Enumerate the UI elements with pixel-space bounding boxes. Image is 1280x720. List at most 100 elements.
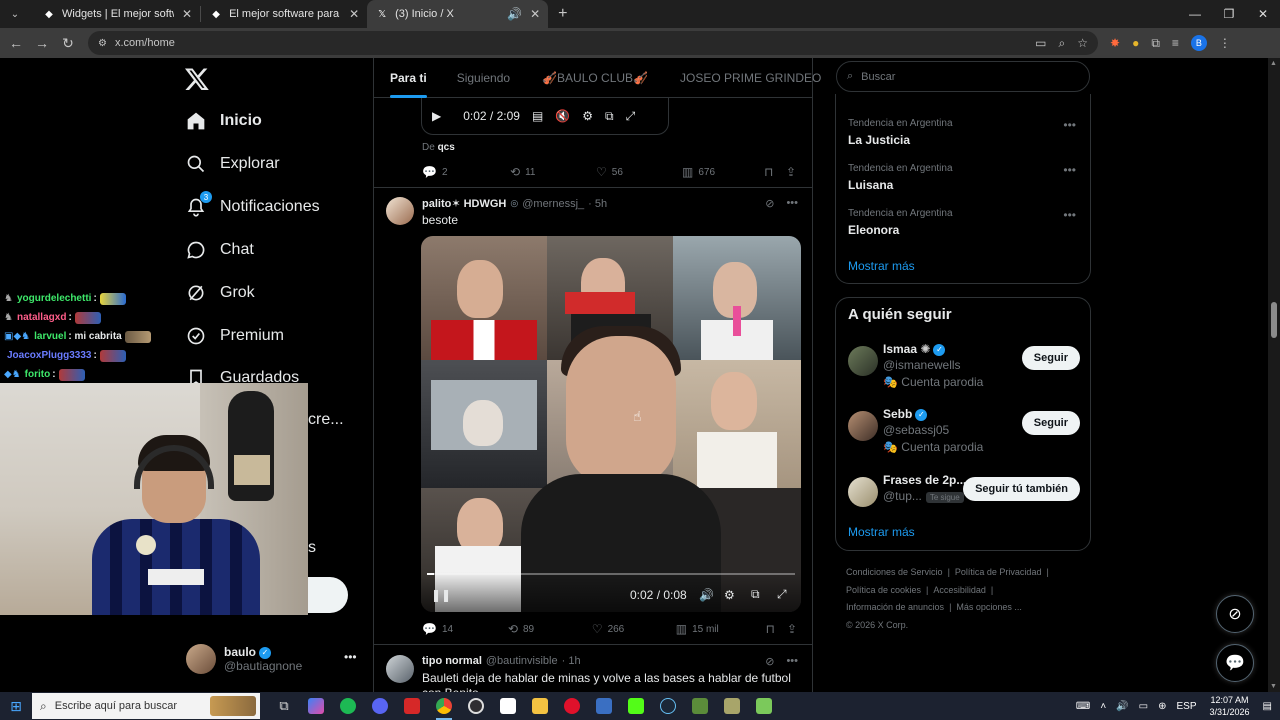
follow-suggestion[interactable]: Ismaa ✺ ✓ @ismanewells 🎭 Cuenta parodia S… bbox=[848, 342, 1080, 392]
clock[interactable]: 12:07 AM 3/31/2026 bbox=[1210, 694, 1250, 718]
steam-icon[interactable] bbox=[652, 692, 684, 720]
like-button[interactable]: ♡ 266 bbox=[592, 622, 676, 636]
reply-button[interactable]: 💬 2 bbox=[422, 165, 510, 179]
settings-icon[interactable]: ⚙ bbox=[724, 588, 735, 602]
copilot-icon[interactable] bbox=[300, 692, 332, 720]
nav-notifications[interactable]: 3 Notificaciones bbox=[186, 191, 320, 217]
mute-icon[interactable]: 🔇 bbox=[555, 109, 570, 123]
app-blue-icon[interactable] bbox=[588, 692, 620, 720]
nav-grok[interactable]: Grok bbox=[186, 283, 255, 303]
reload-icon[interactable]: ↻ bbox=[56, 31, 80, 55]
close-tab-icon[interactable]: ✕ bbox=[182, 7, 192, 21]
volume-icon[interactable]: 🔊 bbox=[699, 588, 714, 602]
avatar[interactable] bbox=[386, 655, 414, 683]
messages-fab-button[interactable]: 💬 bbox=[1216, 644, 1254, 682]
nav-chat[interactable]: Chat bbox=[186, 240, 254, 260]
nav-premium[interactable]: Premium bbox=[186, 326, 284, 346]
minecraft-icon[interactable] bbox=[684, 692, 716, 720]
follow-suggestion[interactable]: Frases de 2p... @tup... Te sigue Seguir t… bbox=[848, 473, 1080, 523]
grok-icon[interactable]: ⊘ bbox=[765, 655, 774, 668]
tweet-video[interactable]: ❚❚ 0:02 / 0:08 🔊 ⚙ ⧉ ⤢ ☝ bbox=[421, 236, 801, 612]
pip-icon[interactable]: ⧉ bbox=[751, 587, 760, 602]
like-button[interactable]: ♡ 56 bbox=[596, 165, 682, 179]
reading-list-icon[interactable]: ≡ bbox=[1172, 36, 1179, 50]
minimize-icon[interactable]: — bbox=[1178, 0, 1212, 28]
extension-color-icon[interactable]: ● bbox=[1132, 36, 1139, 50]
trend-item[interactable]: Tendencia en Argentina Eleonora bbox=[848, 208, 953, 237]
more-icon[interactable]: ••• bbox=[786, 197, 798, 210]
footer-link[interactable]: Condiciones de Servicio bbox=[846, 567, 943, 577]
new-tab-button[interactable]: + bbox=[558, 5, 567, 23]
fullscreen-icon[interactable]: ⤢ bbox=[626, 109, 636, 124]
video-progress-bar[interactable] bbox=[427, 573, 795, 575]
keyboard-icon[interactable]: ⌨ bbox=[1076, 701, 1090, 712]
app-cube-icon[interactable] bbox=[748, 692, 780, 720]
capcut-icon[interactable] bbox=[492, 692, 524, 720]
cast-icon[interactable]: ▭ bbox=[1035, 36, 1046, 51]
views-button[interactable]: ▥ 15 mil bbox=[676, 622, 766, 636]
close-tab-icon[interactable]: ✕ bbox=[530, 7, 540, 21]
nav-partial-item[interactable]: s bbox=[308, 539, 316, 557]
chrome-icon[interactable] bbox=[428, 692, 460, 720]
share-button[interactable]: ⇪ bbox=[786, 165, 801, 179]
account-switcher[interactable]: baulo ✓ @bautiagnone ••• bbox=[186, 644, 357, 674]
trend-item[interactable]: Tendencia en Argentina Luisana bbox=[848, 163, 953, 192]
show-more-trends-link[interactable]: Mostrar más bbox=[848, 259, 915, 273]
follow-suggestion[interactable]: Sebb ✓ @sebassj05 🎭 Cuenta parodia Seguir bbox=[848, 407, 1080, 457]
source-user-link[interactable]: qcs bbox=[438, 142, 455, 153]
close-window-icon[interactable]: ✕ bbox=[1246, 0, 1280, 28]
network-icon[interactable]: ▭ bbox=[1139, 701, 1148, 712]
nav-explore[interactable]: Explorar bbox=[186, 154, 280, 174]
nav-home[interactable]: Inicio bbox=[186, 111, 262, 131]
scrollbar-thumb[interactable] bbox=[1271, 302, 1277, 338]
share-button[interactable]: ⇪ bbox=[787, 622, 802, 636]
extension-fox-icon[interactable]: ✸ bbox=[1110, 36, 1120, 50]
news-app-icon[interactable] bbox=[396, 692, 428, 720]
taskbar-search-input[interactable]: ⌕ Escribe aquí para buscar bbox=[32, 693, 260, 719]
tab-siguiendo[interactable]: Siguiendo bbox=[457, 58, 510, 98]
pip-icon[interactable]: ⧉ bbox=[605, 109, 614, 124]
url-field[interactable]: ⚙ x.com/home ▭ ⌕ ☆ bbox=[88, 31, 1098, 55]
footer-link[interactable]: Política de Privacidad bbox=[955, 567, 1042, 577]
trend-item[interactable]: Tendencia en Argentina La Justicia bbox=[848, 118, 953, 147]
bookmark-button[interactable]: ⊓ bbox=[764, 165, 786, 179]
tab-joseo-prime[interactable]: JOSEO PRIME GRINDEO bbox=[680, 58, 821, 98]
browser-tab-2[interactable]: ◆ El mejor software para potenciar ✕ bbox=[201, 0, 367, 28]
author-name[interactable]: tipo normal bbox=[422, 655, 482, 667]
more-icon[interactable]: ••• bbox=[1063, 163, 1076, 177]
follow-button[interactable]: Seguir bbox=[1021, 346, 1080, 370]
footer-link[interactable]: Información de anuncios bbox=[846, 602, 944, 612]
bookmark-star-icon[interactable]: ☆ bbox=[1077, 36, 1088, 51]
follow-button[interactable]: Seguir bbox=[1021, 411, 1080, 435]
footer-link[interactable]: Política de cookies bbox=[846, 585, 921, 595]
browser-tab-3[interactable]: 𝕏 (3) Inicio / X 🔊 ✕ bbox=[367, 0, 549, 28]
show-more-follow-link[interactable]: Mostrar más bbox=[848, 525, 915, 539]
obs-icon[interactable] bbox=[460, 692, 492, 720]
author-name[interactable]: palito✶ HDWGH bbox=[422, 197, 506, 210]
site-info-icon[interactable]: ⚙ bbox=[98, 38, 107, 49]
opera-icon[interactable] bbox=[556, 692, 588, 720]
nav-partial-item[interactable]: cre... bbox=[308, 411, 344, 429]
more-icon[interactable]: ••• bbox=[786, 655, 798, 668]
avatar[interactable] bbox=[386, 197, 414, 225]
browser-tab-1[interactable]: ◆ Widgets | El mejor software pa ✕ bbox=[34, 0, 200, 28]
footer-link[interactable]: Más opciones ... bbox=[956, 602, 1022, 612]
forward-arrow-icon[interactable]: → bbox=[30, 31, 54, 55]
footer-link[interactable]: Accesibilidad bbox=[933, 585, 986, 595]
restore-icon[interactable]: ❐ bbox=[1212, 0, 1246, 28]
search-input[interactable]: ⌕ Buscar bbox=[836, 61, 1090, 92]
follow-back-button[interactable]: Seguir tú también bbox=[963, 477, 1080, 501]
more-icon[interactable]: ••• bbox=[1063, 208, 1076, 222]
extensions-puzzle-icon[interactable]: ⧉ bbox=[1151, 36, 1160, 51]
captions-icon[interactable]: ▤ bbox=[532, 109, 543, 123]
more-icon[interactable]: ••• bbox=[1063, 118, 1076, 132]
grok-fab-button[interactable]: ⊘ bbox=[1216, 595, 1254, 633]
tab-para-ti[interactable]: Para ti bbox=[390, 58, 427, 98]
more-icon[interactable]: ••• bbox=[344, 650, 357, 664]
author-handle[interactable]: @bautinvisible bbox=[486, 655, 558, 667]
fullscreen-icon[interactable]: ⤢ bbox=[777, 587, 787, 602]
file-explorer-icon[interactable] bbox=[524, 692, 556, 720]
tweet-time[interactable]: · 5h bbox=[588, 198, 607, 210]
x-logo-icon[interactable] bbox=[184, 66, 210, 92]
tab-baulo-club[interactable]: 🎻BAULO CLUB🎻 bbox=[542, 58, 648, 98]
